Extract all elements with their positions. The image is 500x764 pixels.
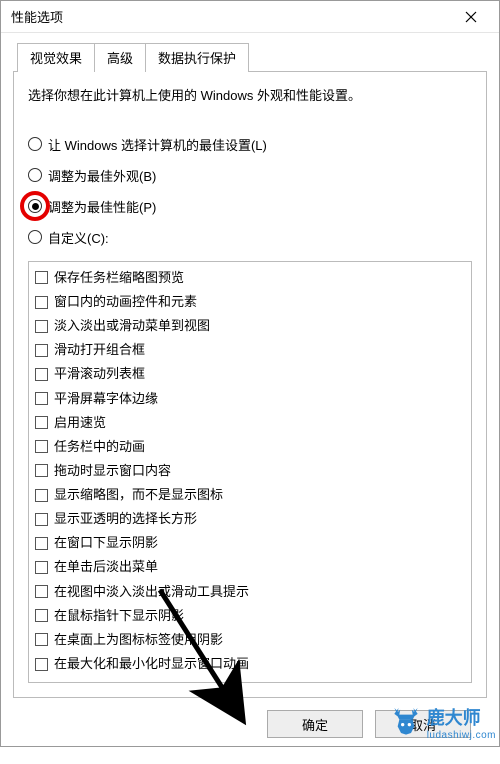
check-label: 平滑屏幕字体边缘 <box>54 389 158 409</box>
tab-advanced[interactable]: 高级 <box>94 43 146 72</box>
checkbox-icon <box>35 561 48 574</box>
check-label: 启用速览 <box>54 413 106 433</box>
tab-visual-effects[interactable]: 视觉效果 <box>17 43 95 72</box>
check-item[interactable]: 在鼠标指针下显示阴影 <box>35 604 465 628</box>
radio-custom[interactable]: 自定义(C): <box>28 228 472 247</box>
tab-label: 数据执行保护 <box>158 51 236 66</box>
checkbox-icon <box>35 633 48 646</box>
checkbox-icon <box>35 344 48 357</box>
check-label: 滑动打开组合框 <box>54 340 145 360</box>
radio-icon <box>28 137 42 151</box>
titlebar: 性能选项 <box>1 1 499 33</box>
check-label: 拖动时显示窗口内容 <box>54 461 171 481</box>
check-item[interactable]: 显示缩略图，而不是显示图标 <box>35 483 465 507</box>
check-label: 显示缩略图，而不是显示图标 <box>54 485 223 505</box>
check-item[interactable]: 在窗口下显示阴影 <box>35 531 465 555</box>
radio-best-appearance[interactable]: 调整为最佳外观(B) <box>28 166 472 185</box>
radio-icon <box>28 168 42 182</box>
radio-label: 自定义(C): <box>48 228 109 247</box>
check-item[interactable]: 滑动打开组合框 <box>35 338 465 362</box>
tab-strip: 视觉效果 高级 数据执行保护 <box>17 43 487 72</box>
checkbox-icon <box>35 416 48 429</box>
check-label: 淡入淡出或滑动菜单到视图 <box>54 316 210 336</box>
check-item[interactable]: 淡入淡出或滑动菜单到视图 <box>35 314 465 338</box>
tab-panel-visual-effects: 选择你想在此计算机上使用的 Windows 外观和性能设置。 让 Windows… <box>13 71 487 698</box>
radio-icon <box>28 230 42 244</box>
check-label: 在单击后淡出菜单 <box>54 557 158 577</box>
close-icon <box>465 11 477 23</box>
checkbox-icon <box>35 296 48 309</box>
check-item[interactable]: 在视图中淡入淡出或滑动工具提示 <box>35 580 465 604</box>
checkbox-icon <box>35 585 48 598</box>
checkbox-icon <box>35 537 48 550</box>
check-label: 在视图中淡入淡出或滑动工具提示 <box>54 582 249 602</box>
checkbox-icon <box>35 320 48 333</box>
ok-button[interactable]: 确定 <box>267 710 363 738</box>
checkbox-icon <box>35 271 48 284</box>
check-label: 在最大化和最小化时显示窗口动画 <box>54 654 249 674</box>
check-label: 窗口内的动画控件和元素 <box>54 292 197 312</box>
checkbox-icon <box>35 609 48 622</box>
check-label: 保存任务栏缩略图预览 <box>54 268 184 288</box>
cancel-button[interactable]: 取消 <box>375 710 471 738</box>
check-label: 在桌面上为图标标签使用阴影 <box>54 630 223 650</box>
button-label: 取消 <box>410 718 436 733</box>
checkbox-icon <box>35 440 48 453</box>
check-item[interactable]: 在最大化和最小化时显示窗口动画 <box>35 652 465 676</box>
radio-icon <box>28 199 42 213</box>
check-item[interactable]: 启用速览 <box>35 411 465 435</box>
checkbox-icon <box>35 658 48 671</box>
button-label: 确定 <box>302 718 328 733</box>
check-item[interactable]: 显示亚透明的选择长方形 <box>35 507 465 531</box>
tab-dep[interactable]: 数据执行保护 <box>145 43 249 72</box>
check-label: 在窗口下显示阴影 <box>54 533 158 553</box>
performance-options-window: 性能选项 视觉效果 高级 数据执行保护 选择你想在此计算机上使用的 Window… <box>0 0 500 747</box>
check-item[interactable]: 拖动时显示窗口内容 <box>35 459 465 483</box>
check-label: 平滑滚动列表框 <box>54 364 145 384</box>
close-button[interactable] <box>449 1 493 33</box>
check-item[interactable]: 平滑屏幕字体边缘 <box>35 387 465 411</box>
check-label: 在鼠标指针下显示阴影 <box>54 606 184 626</box>
client-area: 视觉效果 高级 数据执行保护 选择你想在此计算机上使用的 Windows 外观和… <box>1 33 499 764</box>
check-item[interactable]: 在桌面上为图标标签使用阴影 <box>35 628 465 652</box>
check-item[interactable]: 窗口内的动画控件和元素 <box>35 290 465 314</box>
radio-label: 让 Windows 选择计算机的最佳设置(L) <box>48 135 267 154</box>
appearance-radio-group: 让 Windows 选择计算机的最佳设置(L) 调整为最佳外观(B) 调整为最佳… <box>28 135 472 247</box>
check-item[interactable]: 在单击后淡出菜单 <box>35 555 465 579</box>
panel-description: 选择你想在此计算机上使用的 Windows 外观和性能设置。 <box>28 86 472 107</box>
check-item[interactable]: 平滑滚动列表框 <box>35 362 465 386</box>
tab-label: 视觉效果 <box>30 51 82 66</box>
checkbox-icon <box>35 464 48 477</box>
radio-label: 调整为最佳性能(P) <box>48 197 156 216</box>
check-label: 任务栏中的动画 <box>54 437 145 457</box>
radio-let-windows-choose[interactable]: 让 Windows 选择计算机的最佳设置(L) <box>28 135 472 154</box>
dialog-button-row: 确定 取消 <box>13 698 487 752</box>
radio-label: 调整为最佳外观(B) <box>48 166 156 185</box>
checkbox-icon <box>35 368 48 381</box>
checkbox-icon <box>35 489 48 502</box>
tab-label: 高级 <box>107 51 133 66</box>
radio-best-performance[interactable]: 调整为最佳性能(P) <box>28 197 472 216</box>
check-item[interactable]: 任务栏中的动画 <box>35 435 465 459</box>
window-title: 性能选项 <box>11 7 449 26</box>
check-item[interactable]: 保存任务栏缩略图预览 <box>35 266 465 290</box>
effects-checklist: 保存任务栏缩略图预览 窗口内的动画控件和元素 淡入淡出或滑动菜单到视图 滑动打开… <box>28 261 472 683</box>
checkbox-icon <box>35 513 48 526</box>
checkbox-icon <box>35 392 48 405</box>
check-label: 显示亚透明的选择长方形 <box>54 509 197 529</box>
